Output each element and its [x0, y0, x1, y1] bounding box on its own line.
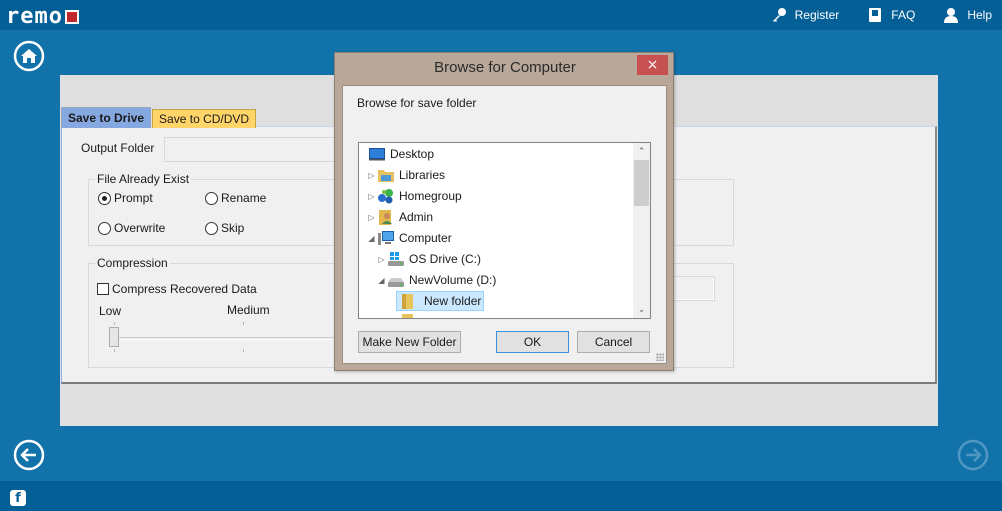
tree-label: New folder: [424, 294, 482, 308]
radio-dot: [205, 191, 218, 205]
tree-label: NewVolume (D:): [409, 273, 497, 287]
key-icon: [772, 8, 786, 22]
scroll-down-icon[interactable]: ⌄: [633, 301, 650, 318]
register-label: Register: [794, 8, 840, 22]
home-icon[interactable]: [13, 40, 45, 72]
logo-text: remo: [6, 4, 63, 29]
os-drive-icon: [388, 252, 404, 266]
scroll-up-icon[interactable]: ⌃: [633, 143, 650, 160]
scroll-thumb[interactable]: [634, 160, 649, 206]
tree-label: Libraries: [399, 168, 446, 182]
tree-label: Admin: [399, 210, 434, 224]
tree-item-partial: [399, 311, 422, 318]
radio-label: Prompt: [114, 191, 153, 205]
next-arrow-icon: [957, 439, 989, 471]
tree-item-admin[interactable]: ▷ Admin: [367, 207, 433, 227]
tree-item-computer[interactable]: ◢ Computer: [367, 228, 452, 248]
file-exists-legend: File Already Exist: [95, 172, 192, 186]
libraries-icon: [378, 170, 394, 182]
radio-label: Overwrite: [114, 221, 166, 235]
radio-dot: [98, 221, 111, 235]
drive-icon: [388, 278, 404, 287]
collapse-icon[interactable]: ◢: [367, 234, 376, 243]
tree-item-new-folder[interactable]: New folder: [396, 291, 485, 311]
folder-tree: Desktop ▷ Libraries ▷ Homegroup ▷ Admin …: [358, 142, 651, 319]
tree-label: Homegroup: [399, 189, 462, 203]
slider-tick: [243, 322, 244, 325]
expand-icon[interactable]: ▷: [367, 213, 376, 222]
tree-label: Computer: [399, 231, 452, 245]
cancel-button[interactable]: Cancel: [577, 331, 650, 353]
user-help-icon: [944, 8, 959, 23]
compression-field: [674, 276, 715, 301]
header-links: Register FAQ Help: [771, 0, 992, 30]
slider-label-medium: Medium: [227, 303, 270, 317]
collapse-icon[interactable]: ◢: [377, 276, 386, 285]
dialog-prompt: Browse for save folder: [357, 96, 477, 110]
tree-label: OS Drive (C:): [409, 252, 481, 266]
help-link[interactable]: Help: [943, 7, 992, 23]
compress-checkbox[interactable]: Compress Recovered Data: [97, 282, 257, 296]
radio-skip[interactable]: Skip: [205, 221, 244, 235]
help-label: Help: [967, 8, 992, 22]
tree-item-desktop[interactable]: Desktop: [367, 144, 434, 164]
facebook-icon[interactable]: f: [10, 490, 26, 506]
tree-item-os-drive[interactable]: ▷ OS Drive (C:): [377, 249, 481, 269]
tab-save-to-cd-dvd[interactable]: Save to CD/DVD: [152, 109, 257, 128]
logo-square: [64, 10, 79, 24]
bottom-bar: f: [0, 481, 1002, 511]
remo-logo: remo: [6, 4, 79, 29]
radio-label: Skip: [221, 221, 245, 235]
dialog-body: Browse for save folder Desktop ▷ Librari…: [342, 85, 667, 364]
faq-link[interactable]: FAQ: [867, 7, 915, 23]
slider-tick: [114, 349, 115, 352]
resize-grip[interactable]: [656, 353, 664, 361]
tree-label: Desktop: [390, 147, 435, 161]
radio-prompt[interactable]: Prompt: [98, 191, 153, 205]
output-folder-label: Output Folder: [81, 141, 155, 155]
top-bar: remo Register FAQ Help: [0, 0, 1002, 30]
tree-label-selected: New folder: [396, 291, 485, 311]
desktop-icon: [369, 148, 385, 161]
radio-dot: [205, 221, 218, 235]
slider-tick: [243, 349, 244, 352]
tab-bar: Save to Drive Save to CD/DVD: [61, 107, 257, 128]
faq-label: FAQ: [891, 8, 916, 22]
browse-dialog: Browse for Computer × Browse for save fo…: [334, 52, 674, 371]
radio-label: Rename: [221, 191, 267, 205]
make-new-folder-button[interactable]: Make New Folder: [358, 331, 461, 353]
compression-slider-thumb[interactable]: [109, 327, 119, 347]
checkbox-box: [97, 283, 109, 295]
slider-label-low: Low: [99, 304, 122, 318]
user-folder-icon: [379, 210, 392, 225]
compression-slider-track[interactable]: [112, 337, 352, 340]
checkbox-label: Compress Recovered Data: [112, 282, 257, 296]
ok-button[interactable]: OK: [496, 331, 569, 353]
homegroup-icon: [378, 189, 393, 204]
register-link[interactable]: Register: [771, 7, 840, 23]
slider-tick: [114, 322, 115, 325]
book-icon: [869, 8, 882, 22]
close-icon[interactable]: ×: [637, 55, 668, 75]
back-arrow-icon[interactable]: [13, 439, 45, 471]
expand-icon[interactable]: ▷: [377, 255, 386, 264]
radio-dot: [98, 191, 111, 205]
expand-icon[interactable]: ▷: [367, 171, 376, 180]
tab-save-to-drive[interactable]: Save to Drive: [61, 107, 152, 128]
folder-icon: [402, 314, 413, 318]
folder-icon: [402, 294, 413, 309]
computer-icon: [378, 231, 394, 245]
dialog-title: Browse for Computer: [434, 59, 576, 76]
expand-icon[interactable]: ▷: [367, 192, 376, 201]
tree-item-libraries[interactable]: ▷ Libraries: [367, 165, 445, 185]
tree-item-newvolume[interactable]: ◢ NewVolume (D:): [377, 270, 496, 290]
radio-overwrite[interactable]: Overwrite: [98, 221, 165, 235]
tree-item-homegroup[interactable]: ▷ Homegroup: [367, 186, 462, 206]
compression-legend: Compression: [95, 256, 170, 270]
radio-rename[interactable]: Rename: [205, 191, 266, 205]
tree-scrollbar[interactable]: ⌃ ⌄: [633, 143, 650, 318]
